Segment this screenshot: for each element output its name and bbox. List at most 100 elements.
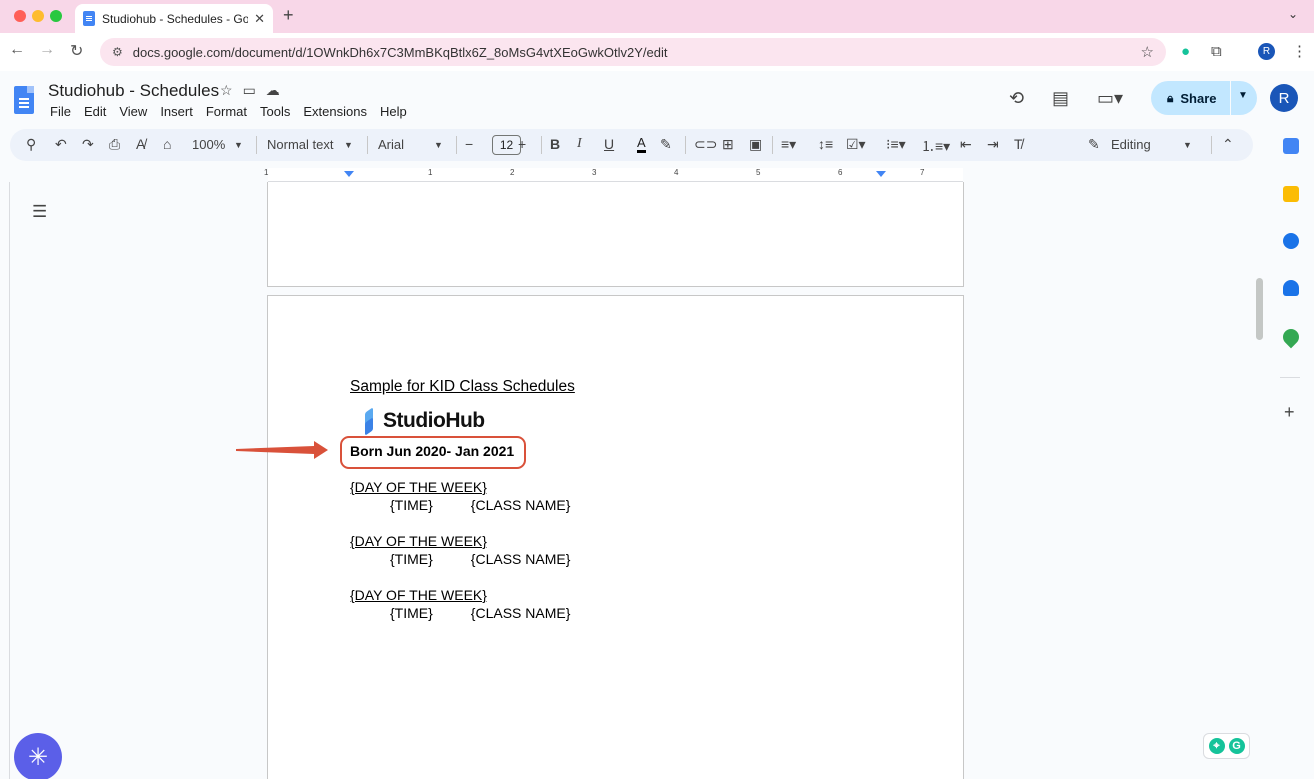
- tasks-icon[interactable]: [1283, 233, 1299, 249]
- menu-insert[interactable]: Insert: [160, 104, 193, 119]
- checklist-icon[interactable]: ☑▾: [846, 136, 866, 153]
- print-icon[interactable]: ⎙: [109, 136, 120, 153]
- right-indent-marker[interactable]: [876, 171, 886, 177]
- align-icon[interactable]: ≡▾: [781, 136, 796, 153]
- schedule-block[interactable]: {DAY OF THE WEEK} {TIME} {CLASS NAME}: [350, 533, 570, 567]
- comments-icon[interactable]: ▤: [1052, 88, 1069, 109]
- schedule-block[interactable]: {DAY OF THE WEEK} {TIME} {CLASS NAME}: [350, 479, 570, 513]
- document-title[interactable]: Studiohub - Schedules: [48, 81, 219, 101]
- document-page[interactable]: [267, 182, 964, 287]
- schedule-day: {DAY OF THE WEEK}: [350, 533, 487, 549]
- style-dropdown-icon[interactable]: ▼: [344, 140, 353, 150]
- increase-font-size-icon[interactable]: +: [518, 136, 526, 152]
- schedule-block[interactable]: {DAY OF THE WEEK} {TIME} {CLASS NAME}: [350, 587, 570, 621]
- clear-formatting-icon[interactable]: T̸: [1014, 136, 1023, 152]
- menu-edit[interactable]: Edit: [84, 104, 106, 119]
- reload-icon[interactable]: ↻: [70, 41, 83, 61]
- move-folder-icon[interactable]: ▭: [243, 82, 266, 98]
- search-menus-icon[interactable]: ⚲: [26, 136, 36, 153]
- studiohub-mark-icon: [361, 408, 379, 434]
- insert-link-icon[interactable]: ⊂⊃: [694, 136, 717, 153]
- document-canvas[interactable]: ☰ Sample for KID Class Schedules StudioH…: [10, 182, 1253, 779]
- style-select[interactable]: Normal text: [267, 137, 333, 152]
- grammarly-g-icon[interactable]: G: [1228, 738, 1245, 754]
- meet-video-icon[interactable]: ▭▾: [1097, 88, 1123, 109]
- bold-icon[interactable]: B: [550, 136, 560, 152]
- redo-icon[interactable]: ↷: [82, 136, 94, 153]
- cloud-status-icon[interactable]: ☁: [266, 82, 290, 98]
- menu-view[interactable]: View: [119, 104, 147, 119]
- document-page[interactable]: Sample for KID Class Schedules StudioHub…: [267, 295, 964, 779]
- toolbar-divider: [772, 136, 773, 154]
- font-size-input[interactable]: 12: [492, 135, 521, 155]
- ruler-number: 2: [510, 168, 515, 177]
- url-text[interactable]: docs.google.com/document/d/1OWnkDh6x7C3M…: [133, 45, 668, 60]
- menu-extensions[interactable]: Extensions: [303, 104, 367, 119]
- docs-home-logo-icon[interactable]: [14, 86, 34, 114]
- minimize-window-button[interactable]: [32, 10, 44, 22]
- increase-indent-icon[interactable]: ⇥: [987, 136, 999, 153]
- highlight-color-icon[interactable]: ✎: [660, 136, 672, 153]
- mode-dropdown-icon[interactable]: ▼: [1183, 140, 1192, 150]
- browser-tab[interactable]: Studiohub - Schedules - Goo ✕: [75, 4, 273, 33]
- document-heading[interactable]: Sample for KID Class Schedules: [350, 378, 575, 396]
- close-window-button[interactable]: [14, 10, 26, 22]
- grammarly-extension-icon[interactable]: ●: [1181, 43, 1190, 60]
- editing-mode-select[interactable]: Editing: [1111, 137, 1151, 152]
- line-spacing-icon[interactable]: ↕≡: [818, 136, 833, 152]
- star-icon[interactable]: ☆: [220, 82, 243, 98]
- version-history-icon[interactable]: ⟲: [1009, 88, 1024, 109]
- new-tab-button[interactable]: +: [283, 5, 294, 26]
- underline-icon[interactable]: U: [604, 136, 614, 152]
- birth-range-line[interactable]: Born Jun 2020- Jan 2021: [350, 443, 514, 459]
- schedule-class: {CLASS NAME}: [470, 497, 571, 513]
- bulleted-list-icon[interactable]: ⁝≡▾: [886, 136, 906, 153]
- hide-menus-chevron-icon[interactable]: ⌃: [1222, 136, 1234, 153]
- grammarly-pin-icon[interactable]: ⌖: [1208, 738, 1225, 754]
- zoom-dropdown-icon[interactable]: ▼: [234, 140, 243, 150]
- menu-help[interactable]: Help: [380, 104, 407, 119]
- zoom-select[interactable]: 100%: [192, 137, 225, 152]
- text-color-icon[interactable]: A: [637, 136, 646, 153]
- spellcheck-icon[interactable]: A̸: [136, 136, 145, 152]
- get-addons-plus-icon[interactable]: +: [1284, 402, 1295, 423]
- add-comment-icon[interactable]: ⊞: [722, 136, 734, 153]
- paint-format-icon[interactable]: ⌂: [163, 136, 171, 152]
- site-settings-icon[interactable]: ⚙: [112, 45, 123, 59]
- grammarly-widget[interactable]: ⌖ G: [1203, 733, 1250, 759]
- bookmark-star-icon[interactable]: ☆: [1141, 43, 1154, 61]
- assistant-sparkle-button[interactable]: ✳: [14, 733, 62, 779]
- account-avatar[interactable]: R: [1270, 84, 1298, 112]
- insert-image-icon[interactable]: ▣: [749, 136, 762, 153]
- font-select[interactable]: Arial: [378, 137, 404, 152]
- decrease-font-size-icon[interactable]: −: [465, 136, 473, 152]
- tab-close-icon[interactable]: ✕: [254, 11, 265, 27]
- keep-icon[interactable]: [1283, 186, 1299, 202]
- document-outline-icon[interactable]: ☰: [32, 202, 47, 222]
- url-omnibox[interactable]: ⚙ docs.google.com/document/d/1OWnkDh6x7C…: [100, 38, 1166, 66]
- forward-arrow-icon[interactable]: →: [39, 41, 55, 59]
- editing-pencil-icon[interactable]: ✎: [1088, 136, 1100, 153]
- menu-tools[interactable]: Tools: [260, 104, 290, 119]
- decrease-indent-icon[interactable]: ⇤: [960, 136, 972, 153]
- profile-avatar[interactable]: R: [1258, 43, 1275, 60]
- ruler-track: [268, 168, 963, 182]
- vertical-scrollbar[interactable]: [1256, 278, 1263, 340]
- browser-menu-icon[interactable]: ⋮: [1292, 42, 1307, 60]
- font-dropdown-icon[interactable]: ▼: [434, 140, 443, 150]
- contacts-icon[interactable]: [1283, 280, 1299, 296]
- share-dropdown-icon[interactable]: ▼: [1238, 90, 1248, 101]
- menu-file[interactable]: File: [50, 104, 71, 119]
- italic-icon[interactable]: I: [577, 136, 582, 152]
- undo-icon[interactable]: ↶: [55, 136, 67, 153]
- extensions-puzzle-icon[interactable]: ⧉: [1211, 43, 1222, 60]
- numbered-list-icon[interactable]: ⒈≡▾: [921, 136, 950, 156]
- back-arrow-icon[interactable]: ←: [9, 41, 25, 59]
- zoom-window-button[interactable]: [50, 10, 62, 22]
- calendar-icon[interactable]: [1283, 138, 1299, 154]
- share-button[interactable]: 🔒︎ Share ▼: [1151, 81, 1257, 115]
- left-indent-marker[interactable]: [344, 171, 354, 177]
- menu-format[interactable]: Format: [206, 104, 247, 119]
- tab-search-chevron-icon[interactable]: ⌄: [1288, 7, 1298, 21]
- maps-icon[interactable]: [1279, 325, 1303, 349]
